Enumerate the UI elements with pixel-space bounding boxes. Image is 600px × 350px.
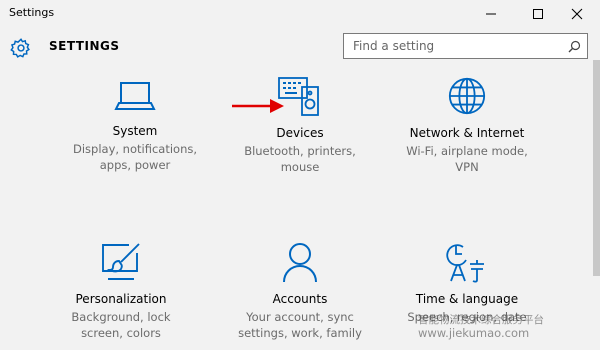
tile-description: Display, notifications, apps, power (72, 142, 198, 172)
minimize-icon (486, 13, 496, 15)
red-arrow-annotation (232, 99, 284, 113)
laptop-icon (114, 82, 156, 110)
close-button[interactable] (554, 0, 600, 28)
tile-description: Your account, sync settings, work, famil… (238, 310, 362, 340)
person-icon (283, 243, 317, 283)
time-language-icon (446, 244, 484, 283)
tile-label: Devices (276, 126, 324, 140)
window-title: Settings (9, 6, 55, 19)
page-title: SETTINGS (49, 39, 120, 53)
scrollbar[interactable] (593, 60, 600, 276)
tile-devices[interactable]: Devices Bluetooth, printers, mouse (205, 75, 395, 175)
minimize-button[interactable] (468, 0, 514, 28)
close-icon (571, 8, 583, 20)
tile-description: Background, lock screen, colors (71, 310, 171, 340)
tile-description: Wi-Fi, airplane mode, VPN (406, 144, 528, 174)
search-input[interactable]: Find a setting (343, 33, 588, 59)
tile-label: Time & language (415, 292, 519, 306)
title-bar: Settings (0, 0, 600, 28)
maximize-icon (533, 9, 543, 19)
tile-time-language[interactable]: Time & language Speech, region, date (372, 241, 562, 325)
search-placeholder: Find a setting (353, 39, 435, 53)
tile-personalization[interactable]: Personalization Background, lock screen,… (26, 241, 216, 341)
tile-network-internet[interactable]: Network & Internet Wi-Fi, airplane mode,… (372, 75, 562, 175)
globe-icon (448, 77, 486, 115)
gear-icon[interactable] (10, 37, 32, 59)
watermark: 智能物流技术综合服务平台 www.jiekumao.com (418, 314, 544, 340)
tile-accounts[interactable]: Accounts Your account, sync settings, wo… (205, 241, 395, 341)
tile-system[interactable]: System Display, notifications, apps, pow… (40, 75, 230, 173)
watermark-line-2: www.jiekumao.com (418, 326, 530, 340)
tile-label: Personalization (75, 292, 167, 306)
search-icon[interactable] (568, 40, 581, 53)
tile-label: System (112, 124, 158, 138)
tile-description: Bluetooth, printers, mouse (244, 144, 356, 174)
paint-icon (102, 243, 140, 280)
tile-label: Network & Internet (409, 126, 525, 140)
tile-label: Accounts (272, 292, 328, 306)
